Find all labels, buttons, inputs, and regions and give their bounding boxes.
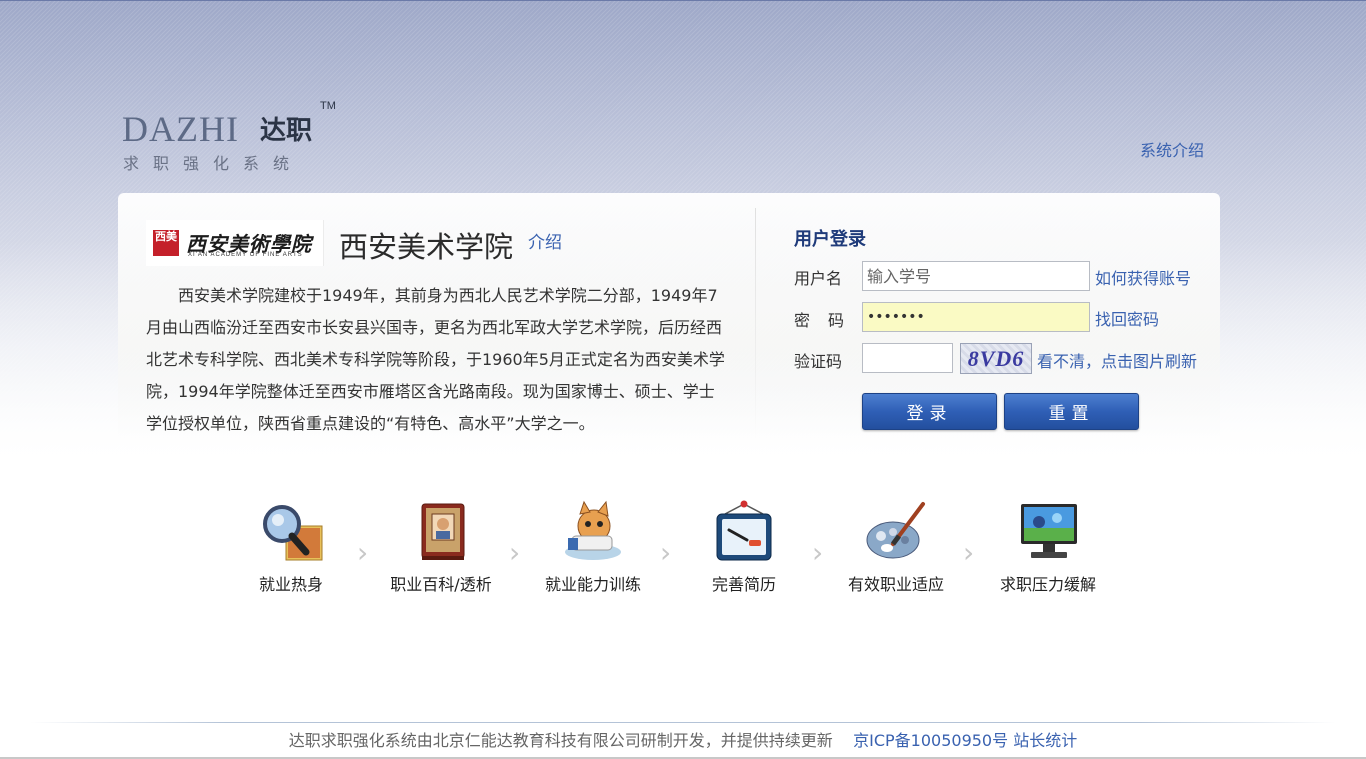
step-warmup[interactable]: 就业热身 xyxy=(226,500,356,600)
step-arrow-icon: › xyxy=(660,536,672,569)
school-logo-en: XI'AN ACADEMY OF FINE ARTS xyxy=(188,252,303,258)
top-border xyxy=(0,0,1366,1)
password-label: 密码 xyxy=(794,311,863,330)
username-label: 用户名 xyxy=(794,269,843,288)
dazhi-logo: DAZHI 达职 TM 求职强化系统 xyxy=(122,100,342,175)
step-ability-training[interactable]: 就业能力训练 xyxy=(528,500,658,600)
step-stress-relief[interactable]: 求职压力缓解 xyxy=(983,500,1113,600)
get-account-link[interactable]: 如何获得账号 xyxy=(1095,265,1191,289)
password-input[interactable] xyxy=(862,302,1090,332)
cartoon-icon xyxy=(565,500,621,560)
logo-tagline: 求职强化系统 xyxy=(123,154,304,173)
footer-divider xyxy=(30,722,1336,723)
monitor-icon xyxy=(1021,504,1077,558)
step-label: 就业能力训练 xyxy=(544,575,641,594)
book-icon xyxy=(421,503,465,560)
refresh-captcha-link[interactable]: 看不清，点击图片刷新 xyxy=(1037,348,1197,372)
login-button[interactable]: 登录 xyxy=(862,393,997,430)
captcha-image[interactable]: 8VD6 xyxy=(960,343,1032,374)
footer-text: 达职求职强化系统由北京仁能达教育科技有限公司研制开发，并提供持续更新 xyxy=(288,731,833,750)
school-description: 西安美术学院建校于1949年，其前身为西北人民艺术学院二分部，1949年7月由山… xyxy=(146,286,725,433)
step-career-encyclopedia[interactable]: 职业百科/透析 xyxy=(376,500,506,600)
step-career-adaptation[interactable]: 有效职业适应 xyxy=(831,500,961,600)
step-arrow-icon: › xyxy=(357,536,369,569)
magnifier-icon xyxy=(263,505,323,561)
logo-trademark: TM xyxy=(320,100,336,112)
step-label: 完善简历 xyxy=(711,575,776,594)
step-label: 就业热身 xyxy=(258,575,323,594)
step-label: 有效职业适应 xyxy=(847,575,944,594)
palette-icon xyxy=(866,502,925,559)
username-input[interactable] xyxy=(862,261,1090,291)
system-intro-link[interactable]: 系统介绍 xyxy=(1140,137,1204,161)
school-logo: 西美 西安美術學院 XI'AN ACADEMY OF FINE ARTS xyxy=(146,220,324,266)
logo-brand-cn: 达职 xyxy=(260,116,313,146)
step-arrow-icon: › xyxy=(509,536,521,569)
reset-button[interactable]: 重置 xyxy=(1004,393,1139,430)
step-label: 求职压力缓解 xyxy=(999,575,1096,594)
captcha-input[interactable] xyxy=(862,343,953,373)
school-intro-link[interactable]: 介绍 xyxy=(528,228,562,253)
step-arrow-icon: › xyxy=(963,536,975,569)
step-label: 职业百科/透析 xyxy=(390,575,492,594)
footer: 达职求职强化系统由北京仁能达教育科技有限公司研制开发，并提供持续更新 京ICP备… xyxy=(0,727,1366,751)
step-resume[interactable]: 完善简历 xyxy=(679,500,809,600)
step-arrow-icon: › xyxy=(812,536,824,569)
logo-brand-en: DAZHI xyxy=(122,109,239,149)
find-password-link[interactable]: 找回密码 xyxy=(1095,306,1159,330)
login-title: 用户登录 xyxy=(794,229,866,250)
site-stats-link[interactable]: 站长统计 xyxy=(1013,731,1077,750)
whiteboard-icon xyxy=(716,500,772,561)
panel-divider xyxy=(755,208,756,438)
school-name: 西安美术学院 xyxy=(339,230,514,264)
icp-link[interactable]: 京ICP备10050950号 xyxy=(853,731,1008,750)
school-seal-icon: 西美 xyxy=(153,230,179,256)
captcha-label: 验证码 xyxy=(794,352,843,371)
